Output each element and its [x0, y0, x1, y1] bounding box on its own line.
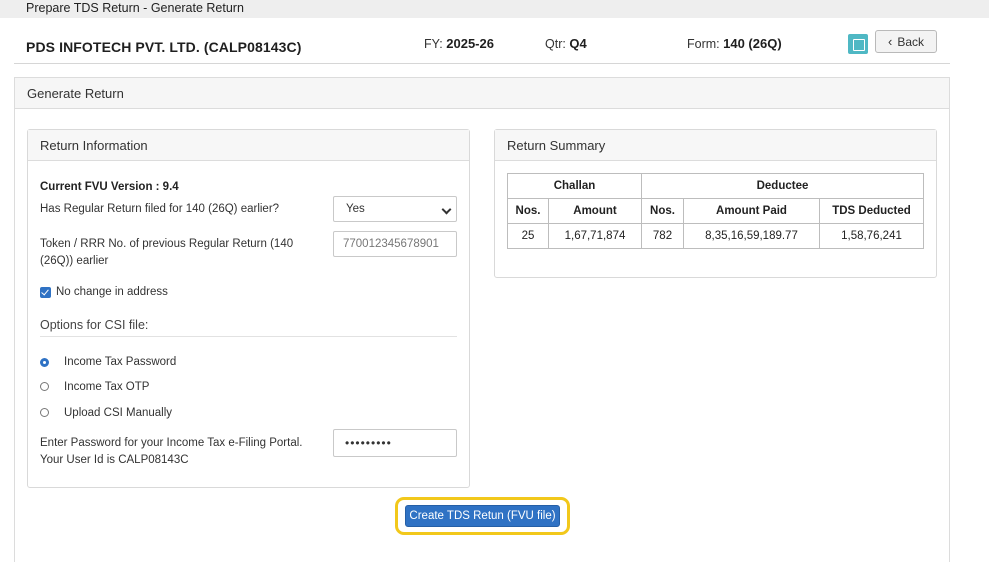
fy-field: FY: 2025-26 — [424, 36, 494, 51]
form-label: Form: — [687, 37, 720, 51]
table-cell: 1,58,76,241 — [819, 223, 924, 249]
regular-filed-value: Yes — [346, 203, 365, 215]
radio-label-income-tax-otp: Income Tax OTP — [64, 381, 150, 393]
return-summary-card: Return Summary Challan Deductee Nos. Amo… — [494, 129, 937, 278]
column-header: Amount — [548, 198, 642, 224]
create-button-highlight: Create TDS Retun (FVU file) — [395, 497, 570, 535]
divider — [40, 336, 457, 337]
password-label: Enter Password for your Income Tax e-Fil… — [40, 437, 303, 466]
table-cell: 8,35,16,59,189.77 — [683, 223, 820, 249]
column-header: TDS Deducted — [819, 198, 924, 224]
fy-value: 2025-26 — [446, 36, 494, 51]
back-label: Back — [897, 34, 925, 49]
group-header-deductee: Deductee — [641, 173, 924, 199]
return-summary-table: Challan Deductee Nos. Amount Nos. Amount… — [507, 173, 924, 249]
csi-options-title: Options for CSI file: — [40, 318, 149, 332]
fvu-version: Current FVU Version : 9.4 — [40, 181, 179, 193]
chevron-left-icon: ‹ — [887, 34, 893, 49]
group-header-challan: Challan — [507, 173, 642, 199]
radio-label-upload-csi-manually: Upload CSI Manually — [64, 407, 173, 419]
qtr-label: Qtr: — [545, 37, 566, 51]
token-input[interactable]: 770012345678901 — [333, 231, 457, 257]
back-button[interactable]: ‹ Back — [875, 30, 937, 53]
create-tds-return-button[interactable]: Create TDS Retun (FVU file) — [405, 505, 560, 527]
radio-upload-csi-manually[interactable] — [40, 408, 49, 417]
table-cell: 25 — [507, 223, 549, 249]
table-cell: 782 — [641, 223, 684, 249]
return-information-title: Return Information — [28, 130, 469, 161]
form-field: Form: 140 (26Q) — [687, 36, 782, 51]
generate-return-title: Generate Return — [15, 78, 949, 109]
save-icon[interactable] — [848, 34, 868, 54]
radio-income-tax-otp[interactable] — [40, 382, 49, 391]
window-title: Prepare TDS Return - Generate Return — [26, 1, 244, 15]
fy-label: FY: — [424, 37, 443, 51]
column-header: Amount Paid — [683, 198, 820, 224]
table-cell: 1,67,71,874 — [548, 223, 642, 249]
regular-filed-label: Has Regular Return filed for 140 (26Q) e… — [40, 203, 280, 215]
company-name: PDS INFOTECH PVT. LTD. (CALP08143C) — [26, 39, 302, 55]
column-header: Nos. — [507, 198, 549, 224]
regular-filed-select[interactable]: Yes — [333, 196, 457, 222]
token-label: Token / RRR No. of previous Regular Retu… — [40, 238, 294, 267]
radio-income-tax-password[interactable] — [40, 358, 49, 367]
password-input[interactable]: ••••••••• — [333, 429, 457, 457]
window-titlebar: Prepare TDS Return - Generate Return — [0, 0, 989, 18]
return-summary-title: Return Summary — [495, 130, 936, 161]
no-change-address-label: No change in address — [56, 286, 168, 298]
chevron-down-icon — [441, 204, 452, 215]
radio-label-income-tax-password: Income Tax Password — [64, 356, 177, 368]
table-row: 25 1,67,71,874 782 8,35,16,59,189.77 1,5… — [507, 223, 924, 249]
qtr-field: Qtr: Q4 — [545, 36, 587, 51]
return-information-card: Return Information Current FVU Version :… — [27, 129, 470, 488]
page-header: PDS INFOTECH PVT. LTD. (CALP08143C) FY: … — [14, 18, 950, 64]
no-change-address-checkbox[interactable] — [40, 287, 51, 298]
form-value: 140 (26Q) — [723, 36, 782, 51]
qtr-value: Q4 — [569, 36, 587, 51]
column-header: Nos. — [641, 198, 684, 224]
